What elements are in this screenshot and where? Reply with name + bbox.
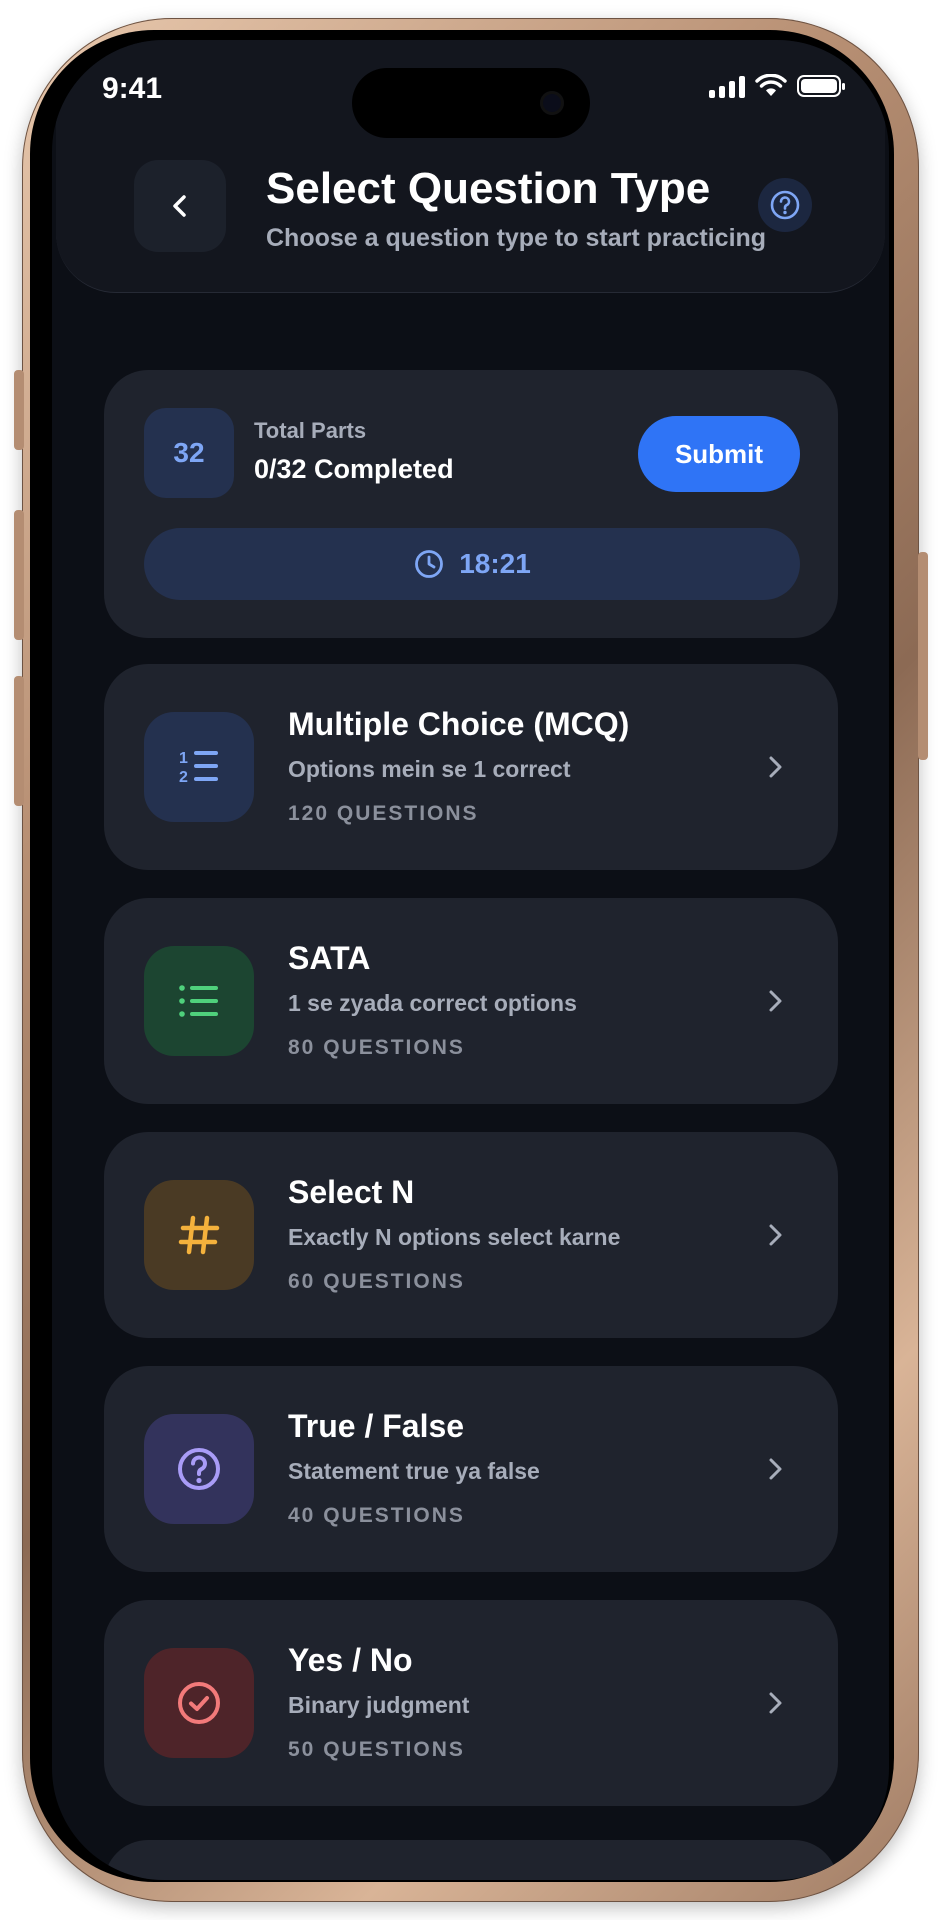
completed-count: 0/32 Completed bbox=[254, 454, 454, 484]
question-type-count: 40 QUESTIONS bbox=[288, 1504, 465, 1527]
check-circle-icon bbox=[178, 1682, 220, 1724]
svg-text:2: 2 bbox=[179, 769, 188, 786]
question-circle-icon bbox=[770, 190, 800, 220]
question-type-description: Binary judgment bbox=[288, 1692, 470, 1718]
question-type-title: Select N bbox=[288, 1174, 415, 1210]
qicon-true-false bbox=[144, 1414, 254, 1524]
qicon-select-n bbox=[144, 1180, 254, 1290]
bullet-list-icon bbox=[179, 985, 218, 1017]
question-type-card-true-false[interactable]: True / False Statement true ya false 40 … bbox=[104, 1366, 838, 1572]
question-type-card-yes-no[interactable]: Yes / No Binary judgment 50 QUESTIONS bbox=[104, 1600, 838, 1806]
question-type-title: Yes / No bbox=[288, 1642, 413, 1678]
battery-icon bbox=[797, 75, 845, 97]
total-parts-badge: 32 bbox=[144, 408, 234, 498]
question-type-card-mcq[interactable]: 1 2 Multiple Choice (MCQ) Options mein s… bbox=[104, 664, 838, 870]
question-type-count: 50 QUESTIONS bbox=[288, 1738, 465, 1761]
question-type-count: 120 QUESTIONS bbox=[288, 802, 479, 825]
chevron-right-icon bbox=[769, 1458, 782, 1480]
chevron-right-icon bbox=[769, 990, 782, 1012]
question-type-count: 60 QUESTIONS bbox=[288, 1270, 465, 1293]
question-type-card-sata[interactable]: SATA 1 se zyada correct options 80 QUEST… bbox=[104, 898, 838, 1104]
page-subtitle: Choose a question type to start practici… bbox=[266, 224, 767, 252]
status-time: 9:41 bbox=[102, 72, 163, 105]
question-type-description: Options mein se 1 correct bbox=[288, 756, 571, 782]
qicon-mcq: 1 2 bbox=[144, 712, 254, 822]
cellular-signal-icon bbox=[709, 74, 745, 98]
app-screen: 9:41 Select Question Type Choose a quest… bbox=[52, 40, 889, 1880]
dynamic-island bbox=[352, 68, 590, 138]
question-type-title: True / False bbox=[288, 1408, 465, 1444]
question-type-title: SATA bbox=[288, 940, 371, 976]
qicon-yes-no bbox=[144, 1648, 254, 1758]
chevron-right-icon bbox=[769, 756, 782, 778]
question-type-description: Statement true ya false bbox=[288, 1458, 540, 1484]
question-type-count: 80 QUESTIONS bbox=[288, 1036, 465, 1059]
question-type-card-partial[interactable] bbox=[104, 1840, 838, 1880]
wifi-icon bbox=[755, 74, 787, 96]
question-type-title: Multiple Choice (MCQ) bbox=[288, 706, 630, 742]
status-icons bbox=[709, 74, 845, 98]
phone-volume-down-button bbox=[14, 676, 24, 806]
timer-text: 18:21 bbox=[459, 548, 531, 579]
question-type-description: Exactly N options select karne bbox=[288, 1224, 621, 1250]
phone-power-button bbox=[918, 552, 928, 760]
svg-text:1: 1 bbox=[179, 750, 188, 767]
camera-icon bbox=[540, 91, 564, 115]
chevron-right-icon bbox=[769, 1692, 782, 1714]
total-parts-label: Total Parts bbox=[254, 418, 367, 443]
progress-card: 32 Total Parts 0/32 Completed Submit 18:… bbox=[104, 370, 838, 638]
chevron-left-icon bbox=[173, 195, 186, 217]
back-button[interactable] bbox=[134, 160, 226, 252]
page-title: Select Question Type bbox=[266, 164, 711, 213]
clock-icon bbox=[415, 550, 444, 578]
phone-action-button bbox=[14, 370, 24, 450]
hash-icon bbox=[178, 1215, 220, 1255]
question-type-description: 1 se zyada correct options bbox=[288, 990, 577, 1016]
question-circle-icon bbox=[178, 1448, 220, 1490]
chevron-right-icon bbox=[769, 1224, 782, 1246]
phone-volume-up-button bbox=[14, 510, 24, 640]
timer-bar: 18:21 bbox=[144, 528, 800, 600]
submit-button[interactable]: Submit bbox=[638, 416, 800, 492]
question-type-card-select-n[interactable]: Select N Exactly N options select karne … bbox=[104, 1132, 838, 1338]
numbered-list-icon: 1 2 bbox=[179, 750, 218, 786]
help-button[interactable] bbox=[758, 178, 812, 232]
qicon-sata bbox=[144, 946, 254, 1056]
